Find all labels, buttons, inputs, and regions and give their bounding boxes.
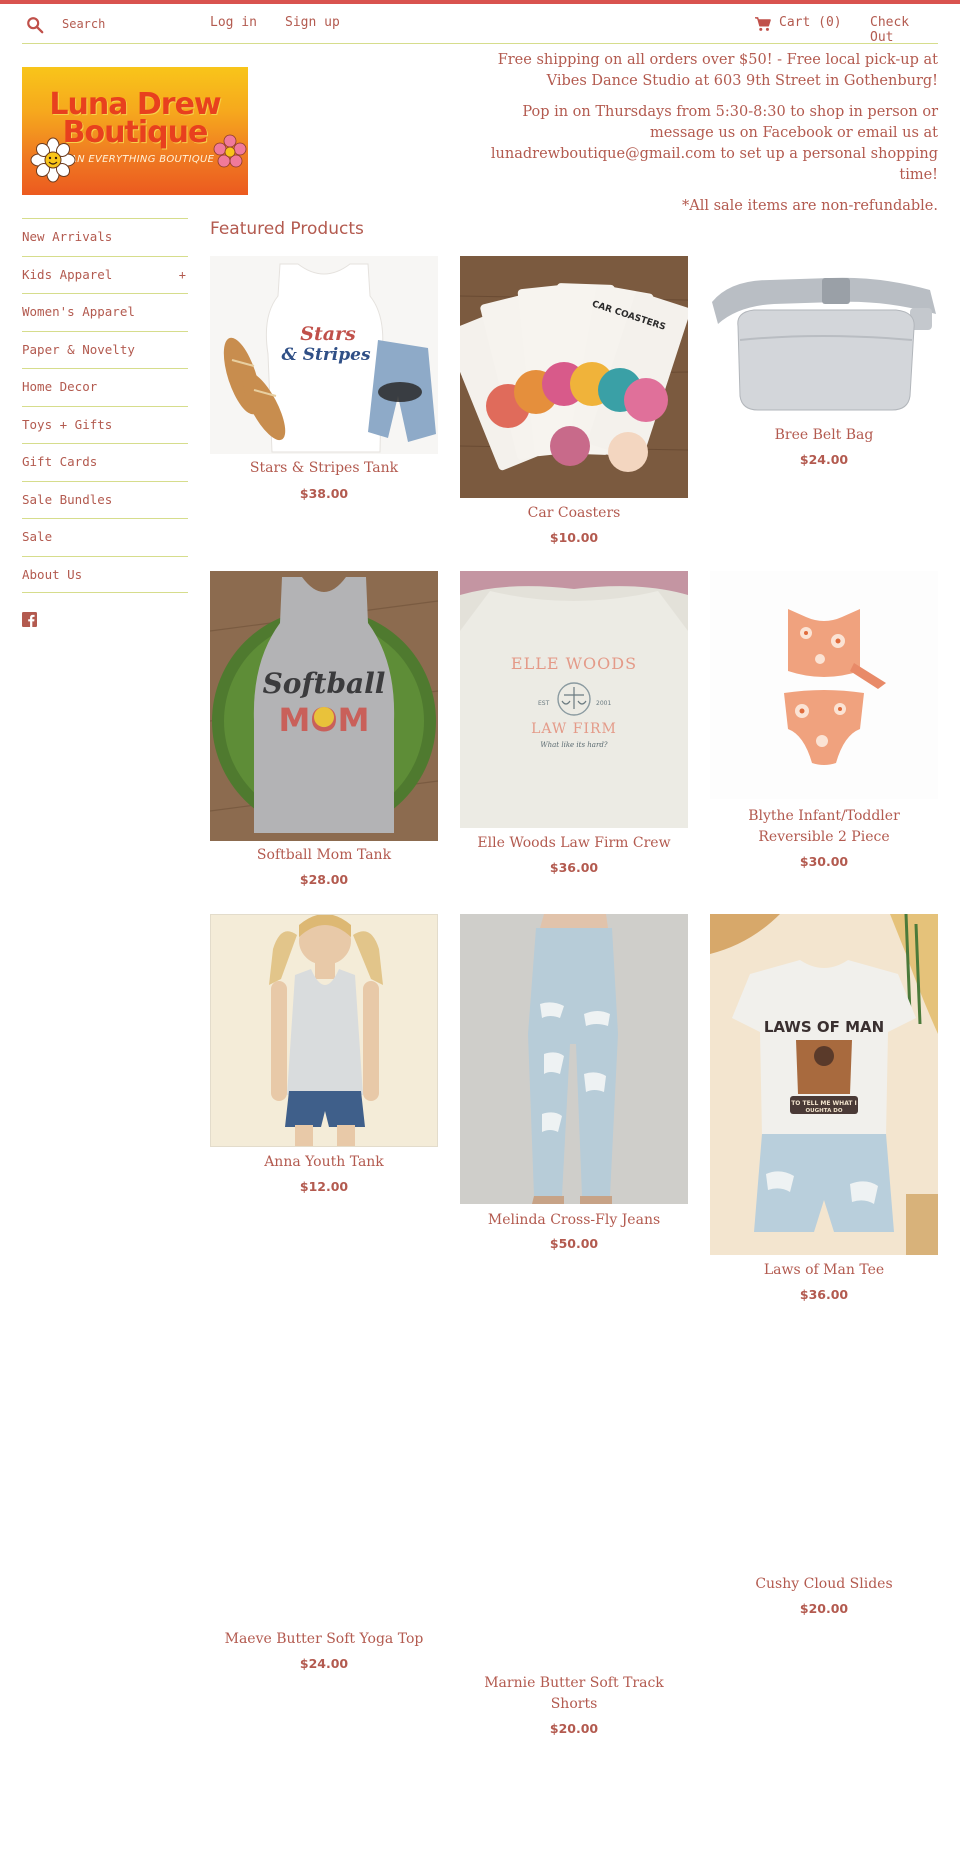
sidebar-item-label: Home Decor: [22, 379, 98, 394]
product-image[interactable]: [210, 914, 438, 1147]
sidebar-item-about-us[interactable]: About Us: [22, 555, 188, 593]
product-card[interactable]: LAWS OF MAN TO TELL ME WHAT I OUGHTA DO …: [710, 914, 938, 1304]
product-name[interactable]: Car Coasters: [460, 503, 688, 524]
image-text: ELLE WOODS: [511, 654, 637, 673]
sidebar-item-label: About Us: [22, 566, 83, 582]
product-card[interactable]: Marnie Butter Soft Track Shorts $20.00: [460, 1324, 688, 1744]
sidebar-item-label: Paper & Novelty: [22, 341, 135, 357]
product-name[interactable]: Blythe Infant/Toddler Reversible 2 Piece: [710, 806, 938, 848]
product-name[interactable]: Softball Mom Tank: [210, 845, 438, 866]
product-card[interactable]: Maeve Butter Soft Yoga Top $24.00: [210, 1324, 438, 1674]
sidebar-item-new-arrivals[interactable]: New Arrivals: [22, 218, 188, 256]
expand-plus-icon[interactable]: +: [179, 257, 186, 293]
product-image[interactable]: [460, 1324, 688, 1669]
announcement-shopping-hours: Pop in on Thursdays from 5:30-8:30 to sh…: [490, 104, 938, 183]
product-card[interactable]: Stars & Stripes Stars & Stripes Tank $38…: [210, 256, 438, 506]
sidebar-item-label: Sale: [22, 529, 53, 544]
product-price: $36.00: [799, 1287, 849, 1302]
image-text: LAW FIRM: [531, 721, 617, 737]
product-name[interactable]: Laws of Man Tee: [710, 1260, 938, 1281]
logo-tagline: AN EVERYTHING BOUTIQUE: [70, 154, 215, 165]
product-name[interactable]: Stars & Stripes Tank: [210, 458, 438, 479]
product-price: $20.00: [799, 1601, 849, 1616]
product-image[interactable]: LAWS OF MAN TO TELL ME WHAT I OUGHTA DO: [710, 914, 938, 1255]
product-name[interactable]: Cushy Cloud Slides: [710, 1574, 938, 1595]
image-text: Stars: [300, 323, 356, 345]
product-price: $10.00: [549, 530, 599, 545]
image-text: & Stripes: [281, 345, 371, 365]
sidebar-item-paper-novelty[interactable]: Paper & Novelty: [22, 330, 188, 369]
announcement-text: Free shipping on all orders over $50! - …: [466, 50, 938, 227]
product-image[interactable]: CAR COASTERS: [460, 256, 688, 498]
announcement-sale-policy: *All sale items are non-refundable.: [681, 198, 938, 214]
sidebar-item-label: Toys + Gifts: [22, 416, 113, 432]
sidebar-item-sale-bundles[interactable]: Sale Bundles: [22, 480, 188, 519]
signup-link[interactable]: Sign up: [285, 15, 340, 30]
sidebar-item-kids-apparel[interactable]: Kids Apparel +: [22, 255, 188, 294]
sidebar-item-label: Gift Cards: [22, 454, 98, 469]
product-image[interactable]: [710, 571, 938, 799]
product-image[interactable]: [710, 1324, 938, 1569]
image-text: What like its hard?: [540, 741, 607, 749]
sidebar-item-gift-cards[interactable]: Gift Cards: [22, 443, 188, 481]
product-name[interactable]: Elle Woods Law Firm Crew: [460, 833, 688, 854]
product-card[interactable]: Anna Youth Tank $12.00: [210, 914, 438, 1194]
product-name[interactable]: Maeve Butter Soft Yoga Top: [210, 1629, 438, 1650]
cart-icon[interactable]: [754, 16, 772, 32]
product-card[interactable]: Melinda Cross-Fly Jeans $50.00: [460, 914, 688, 1254]
sidebar-nav: New Arrivals Kids Apparel + Women's Appar…: [22, 218, 188, 593]
site-header: Log in Sign up Cart (0) Check Out: [22, 4, 938, 45]
product-image[interactable]: Stars & Stripes: [210, 256, 438, 454]
product-card[interactable]: Bree Belt Bag $24.00: [710, 256, 938, 471]
daisy-icon: [30, 137, 76, 183]
image-text: LAWS OF MAN: [764, 1018, 884, 1036]
product-price: $30.00: [799, 854, 849, 869]
product-name[interactable]: Bree Belt Bag: [710, 425, 938, 446]
flower-icon: [213, 134, 247, 168]
product-card[interactable]: Cushy Cloud Slides $20.00: [710, 1324, 938, 1624]
image-text: EST: [538, 700, 550, 707]
product-card[interactable]: ELLE WOODS EST 2001 LAW FIRM What like i…: [460, 571, 688, 881]
sidebar-item-sale[interactable]: Sale: [22, 518, 188, 556]
sidebar-item-label: Kids Apparel: [22, 266, 113, 282]
product-price: $12.00: [299, 1179, 349, 1194]
sidebar-item-toys-gifts[interactable]: Toys + Gifts: [22, 405, 188, 444]
product-price: $50.00: [549, 1236, 599, 1251]
search-icon[interactable]: [26, 16, 44, 34]
product-card[interactable]: Blythe Infant/Toddler Reversible 2 Piece…: [710, 571, 938, 871]
announcement-shipping: Free shipping on all orders over $50! - …: [497, 52, 938, 89]
product-name[interactable]: Anna Youth Tank: [210, 1152, 438, 1173]
image-text: Softball: [263, 667, 386, 700]
search-input[interactable]: [58, 10, 188, 38]
sidebar-item-label: Women's Apparel: [22, 304, 135, 319]
product-image[interactable]: [210, 1324, 438, 1624]
image-text: OUGHTA DO: [806, 1108, 843, 1114]
product-price: $36.00: [549, 860, 599, 875]
image-text: TO TELL ME WHAT I: [791, 1100, 857, 1107]
product-name[interactable]: Melinda Cross-Fly Jeans: [460, 1210, 688, 1231]
product-card[interactable]: CAR COASTERS Car Coasters $10.00: [460, 256, 688, 551]
product-price: $20.00: [549, 1721, 599, 1736]
product-image[interactable]: Softball MOM: [210, 571, 438, 841]
product-price: $28.00: [299, 872, 349, 887]
checkout-link[interactable]: Check Out: [870, 15, 938, 45]
facebook-icon[interactable]: [22, 612, 37, 627]
product-image[interactable]: ELLE WOODS EST 2001 LAW FIRM What like i…: [460, 571, 688, 828]
product-price: $24.00: [799, 452, 849, 467]
product-image[interactable]: [710, 256, 938, 422]
sidebar-item-label: New Arrivals: [22, 229, 113, 244]
product-name[interactable]: Marnie Butter Soft Track Shorts: [460, 1673, 688, 1715]
sidebar-item-label: Sale Bundles: [22, 491, 113, 507]
product-price: $38.00: [299, 486, 349, 501]
store-logo[interactable]: Luna Drew Boutique AN EVERYTHING BOUTIQU…: [22, 67, 248, 195]
sidebar-item-womens-apparel[interactable]: Women's Apparel: [22, 293, 188, 331]
product-image[interactable]: [460, 914, 688, 1204]
login-link[interactable]: Log in: [210, 15, 257, 30]
image-text: 2001: [596, 700, 611, 707]
sidebar-item-home-decor[interactable]: Home Decor: [22, 368, 188, 406]
featured-products-title: Featured Products: [210, 219, 364, 239]
product-price: $24.00: [299, 1656, 349, 1671]
cart-link[interactable]: Cart (0): [779, 15, 842, 30]
product-card[interactable]: Softball MOM Softball Mom Tank $28.00: [210, 571, 438, 891]
